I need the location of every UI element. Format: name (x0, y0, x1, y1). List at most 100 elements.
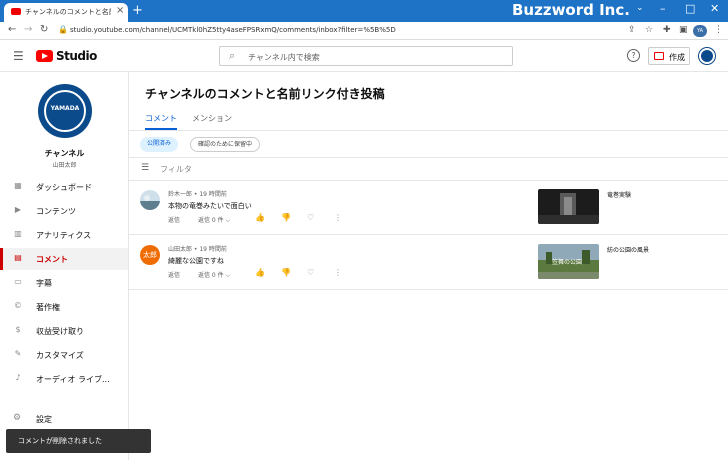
create-video-icon (654, 52, 664, 60)
tab-comments[interactable]: コメント (145, 113, 177, 124)
avatar-photo (140, 190, 160, 210)
browser-tab[interactable]: チャンネルのコメントと名前リンク付き... × (4, 3, 128, 22)
sidebar-item-label: コンテンツ (36, 207, 76, 216)
bookmark-star-icon[interactable]: ☆ (645, 25, 653, 35)
reload-button[interactable]: ↻ (40, 24, 48, 35)
hamburger-menu-icon[interactable]: ☰ (13, 49, 24, 63)
sidebar-item-label: 設定 (36, 415, 52, 424)
search-placeholder: チャンネル内で検索 (248, 53, 320, 62)
minimize-button[interactable]: – (660, 2, 666, 15)
tab-close-icon[interactable]: × (116, 5, 124, 16)
sidebar-item-audio-library[interactable]: ♪ オーディオ ライブ... (0, 368, 128, 390)
sidebar: YAMADA チャンネル 山田太郎 ▦ ダッシュボード ▶ コンテンツ ▥ アナ… (0, 72, 129, 460)
commenter-avatar[interactable]: 太郎 (140, 245, 160, 265)
sidebar-item-dashboard[interactable]: ▦ ダッシュボード (0, 176, 128, 198)
copyright-icon: © (14, 301, 22, 310)
channel-search-input[interactable]: ⌕ チャンネル内で検索 (219, 46, 513, 66)
create-label: 作成 (669, 53, 685, 62)
like-icon[interactable]: 👍 (255, 213, 265, 222)
heart-icon[interactable]: ♡ (307, 213, 314, 222)
sidepanel-icon[interactable]: ▣ (679, 25, 688, 35)
youtube-logo-icon[interactable] (36, 50, 53, 62)
video-thumbnail[interactable]: 笠舞の公園 (538, 244, 599, 279)
search-icon: ⌕ (229, 49, 236, 62)
tab-title: チャンネルのコメントと名前リンク付き... (25, 8, 111, 16)
divider (129, 130, 728, 131)
more-options-icon[interactable]: ⋮ (334, 213, 342, 222)
sidebar-item-comments[interactable]: ▤ コメント (0, 248, 128, 270)
url-text: studio.youtube.com/channel/UCMTkl0hZ5tty… (70, 26, 396, 34)
audio-library-icon: ♪ (15, 373, 21, 382)
comment-author-time: 山田太郎 • 19 時間前 (168, 246, 227, 253)
chip-published[interactable]: 公開済み (140, 137, 179, 152)
replies-toggle[interactable]: 返信 0 件 ⌵ (198, 215, 230, 225)
filter-icon[interactable]: ☰ (141, 163, 149, 173)
tab-mentions[interactable]: メンション (192, 113, 232, 124)
video-title[interactable]: 竜巻実験 (607, 190, 631, 199)
reply-button[interactable]: 返信 (168, 270, 180, 279)
heart-icon[interactable]: ♡ (307, 268, 314, 277)
lock-icon: 🔒 (58, 25, 68, 34)
sidebar-item-label: 収益受け取り (36, 327, 84, 336)
sidebar-item-customize[interactable]: ✎ カスタマイズ (0, 344, 128, 366)
avatar-text: YAMADA (50, 105, 80, 112)
browser-menu-icon[interactable]: ⋮ (714, 25, 723, 35)
youtube-favicon-icon (11, 8, 21, 15)
commenter-avatar[interactable] (140, 190, 160, 210)
video-thumbnail[interactable] (538, 189, 599, 224)
close-window-button[interactable]: ✕ (710, 2, 719, 15)
analytics-icon: ▥ (14, 229, 22, 238)
subtitles-icon: ▭ (14, 277, 22, 286)
brand-label: Buzzword Inc. (512, 1, 630, 19)
create-button[interactable]: 作成 (648, 47, 690, 65)
sidebar-item-subtitles[interactable]: ▭ 字幕 (0, 272, 128, 294)
content-icon: ▶ (14, 205, 22, 214)
comment-text: 綺麗な公園ですね (168, 257, 224, 265)
forward-button[interactable]: → (24, 24, 32, 35)
snackbar: コメントが削除されました (6, 429, 151, 453)
sidebar-item-label: オーディオ ライブ... (36, 375, 110, 384)
help-button[interactable]: ? (627, 49, 640, 62)
tab-search-chevron-icon[interactable]: ⌄ (636, 3, 644, 13)
comment-text: 本物の竜巻みたいで面白い (168, 202, 252, 210)
channel-name: チャンネル (44, 149, 85, 158)
sidebar-item-label: ダッシュボード (36, 183, 92, 192)
share-icon[interactable]: ⇪ (628, 25, 636, 35)
comments-icon: ▤ (14, 253, 22, 262)
sidebar-item-earn[interactable]: $ 収益受け取り (0, 320, 128, 342)
video-thumbnail-image (538, 189, 599, 224)
page-title: チャンネルのコメントと名前リンク付き投稿 (145, 87, 385, 101)
sidebar-item-settings[interactable]: ⚙ 設定 (0, 408, 128, 430)
filter-input[interactable]: フィルタ (160, 164, 192, 175)
dislike-icon[interactable]: 👎 (281, 213, 291, 222)
browser-titlebar: チャンネルのコメントと名前リンク付き... × + Buzzword Inc. … (0, 0, 728, 22)
sidebar-item-content[interactable]: ▶ コンテンツ (0, 200, 128, 222)
chip-held-for-review[interactable]: 確認のために保留中 (190, 137, 261, 152)
new-tab-button[interactable]: + (132, 3, 143, 18)
reply-button[interactable]: 返信 (168, 215, 180, 224)
dollar-icon: $ (15, 325, 21, 334)
sidebar-item-label: 字幕 (36, 279, 52, 288)
more-options-icon[interactable]: ⋮ (334, 268, 342, 277)
back-button[interactable]: ← (8, 24, 16, 35)
studio-logo-text[interactable]: Studio (56, 49, 97, 63)
extensions-icon[interactable]: ✚ (663, 25, 671, 35)
replies-toggle[interactable]: 返信 0 件 ⌵ (198, 270, 230, 280)
dislike-icon[interactable]: 👎 (281, 268, 291, 277)
url-input[interactable]: 🔒 studio.youtube.com/channel/UCMTkl0hZ5t… (56, 24, 616, 38)
dashboard-icon: ▦ (14, 181, 22, 190)
browser-profile-avatar[interactable]: YA (693, 25, 707, 37)
video-title[interactable]: 紡の公園の風景 (607, 245, 649, 254)
customize-wand-icon: ✎ (14, 349, 22, 358)
account-avatar[interactable] (699, 48, 715, 64)
settings-gear-icon: ⚙ (13, 413, 22, 423)
like-icon[interactable]: 👍 (255, 268, 265, 277)
sidebar-item-label: アナリティクス (36, 231, 92, 240)
sidebar-item-label: 著作権 (36, 303, 60, 312)
sidebar-item-copyright[interactable]: © 著作権 (0, 296, 128, 318)
maximize-button[interactable]: □ (685, 2, 695, 15)
sidebar-item-analytics[interactable]: ▥ アナリティクス (0, 224, 128, 246)
channel-avatar[interactable]: YAMADA (38, 84, 92, 138)
channel-owner: 山田太郎 (52, 162, 77, 169)
divider (129, 157, 728, 158)
